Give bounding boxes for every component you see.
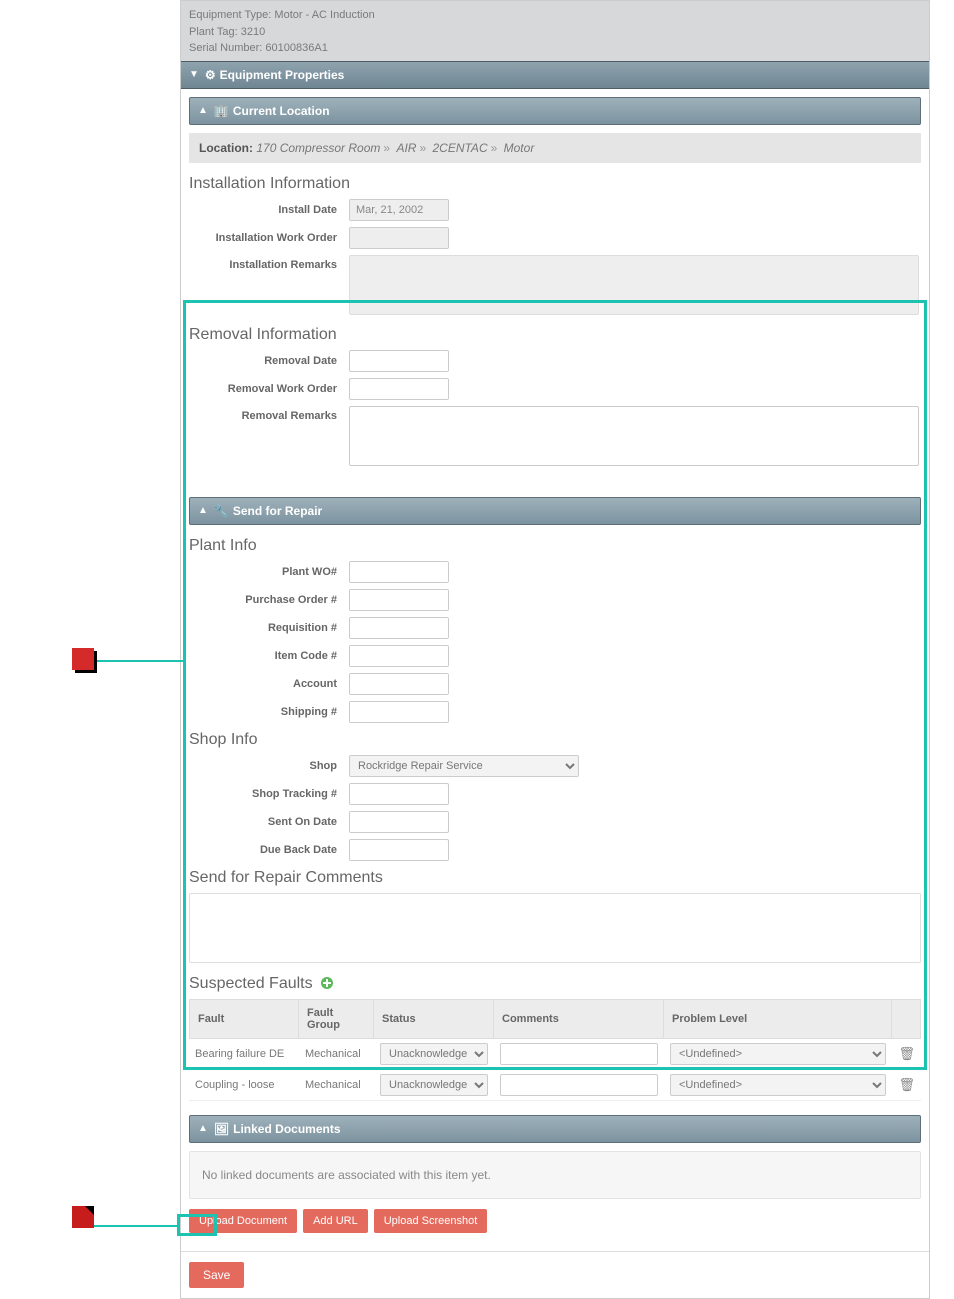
req-field[interactable] (349, 617, 449, 639)
section-title-shop-info: Shop Info (189, 731, 921, 749)
install-date-label: Install Date (189, 204, 349, 216)
removal-wo-label: Removal Work Order (189, 383, 349, 395)
save-button[interactable]: Save (189, 1262, 244, 1288)
comments-field[interactable] (500, 1043, 658, 1065)
panel-equipment-properties[interactable]: ▼ ⚙ Equipment Properties (181, 61, 929, 89)
caret-down-icon: ▼ (189, 69, 199, 80)
install-remarks-field (349, 255, 919, 315)
building-icon: 🏢 (214, 104, 229, 118)
header-info: Equipment Type: Motor - AC Induction Pla… (181, 1, 929, 61)
po-label: Purchase Order # (189, 594, 349, 606)
account-field[interactable] (349, 673, 449, 695)
status-select[interactable]: Unacknowledged (380, 1043, 488, 1065)
caret-up-icon: ▲ (198, 505, 208, 516)
due-label: Due Back Date (189, 844, 349, 856)
col-problem: Problem Level (664, 999, 892, 1039)
crumb[interactable]: 170 Compressor Room (256, 141, 380, 155)
annotation-line (94, 660, 183, 662)
crumb[interactable]: AIR (396, 141, 416, 155)
comments-field[interactable] (500, 1074, 658, 1096)
plant-tag-value: 3210 (241, 26, 265, 38)
panel-title: Current Location (233, 104, 330, 118)
shipping-field[interactable] (349, 701, 449, 723)
faults-table: Fault Fault Group Status Comments Proble… (189, 999, 921, 1101)
tracking-label: Shop Tracking # (189, 788, 349, 800)
serial-label: Serial Number: (189, 42, 262, 54)
gears-icon: ⚙ (205, 68, 216, 82)
plant-wo-label: Plant WO# (189, 566, 349, 578)
table-row: Bearing failure DE Mechanical Unacknowle… (189, 1039, 921, 1070)
upload-document-button[interactable]: Upload Document (189, 1209, 297, 1233)
fault-name: Bearing failure DE (189, 1039, 299, 1070)
col-group: Fault Group (299, 999, 374, 1039)
panel-title: Send for Repair (233, 504, 322, 518)
panel-current-location[interactable]: ▲ 🏢 Current Location (189, 97, 921, 125)
shop-select[interactable]: Rockridge Repair Service (349, 755, 579, 777)
removal-date-label: Removal Date (189, 355, 349, 367)
crumb[interactable]: 2CENTAC (432, 141, 487, 155)
section-title-repair-comments: Send for Repair Comments (189, 869, 921, 887)
po-field[interactable] (349, 589, 449, 611)
problem-select[interactable]: <Undefined> (670, 1074, 886, 1096)
annotation-marker (72, 1206, 94, 1228)
crumb[interactable]: Motor (504, 141, 535, 155)
linked-empty-msg: No linked documents are associated with … (189, 1151, 921, 1199)
breadcrumb: Location: 170 Compressor Room» AIR» 2CEN… (189, 133, 921, 163)
status-select[interactable]: Unacknowledged (380, 1074, 488, 1096)
item-label: Item Code # (189, 650, 349, 662)
install-remarks-label: Installation Remarks (189, 255, 349, 271)
trash-icon[interactable]: 🗑 (898, 1077, 915, 1092)
section-title-plant-info: Plant Info (189, 537, 921, 555)
wrench-icon: 🔧 (214, 504, 229, 518)
install-date-field (349, 199, 449, 221)
tracking-field[interactable] (349, 783, 449, 805)
equip-type-label: Equipment Type: (189, 9, 271, 21)
plant-tag-label: Plant Tag: (189, 26, 238, 38)
caret-up-icon: ▲ (198, 105, 208, 116)
removal-date-field[interactable] (349, 350, 449, 372)
serial-value: 60100836A1 (265, 42, 327, 54)
sent-field[interactable] (349, 811, 449, 833)
caret-up-icon: ▲ (198, 1123, 208, 1134)
panel-send-for-repair[interactable]: ▲ 🔧 Send for Repair (189, 497, 921, 525)
add-url-button[interactable]: Add URL (303, 1209, 368, 1233)
add-fault-icon[interactable] (321, 977, 333, 989)
col-fault: Fault (189, 999, 299, 1039)
account-label: Account (189, 678, 349, 690)
plant-wo-field[interactable] (349, 561, 449, 583)
section-title-installation: Installation Information (189, 175, 921, 193)
annotation-line (94, 1225, 177, 1227)
fault-group: Mechanical (299, 1070, 374, 1101)
due-field[interactable] (349, 839, 449, 861)
repair-comments-field[interactable] (189, 893, 921, 963)
install-wo-field (349, 227, 449, 249)
equip-type-value: Motor - AC Induction (274, 9, 374, 21)
removal-remarks-field[interactable] (349, 406, 919, 466)
panel-title: Equipment Properties (220, 68, 345, 82)
section-title-removal: Removal Information (189, 326, 921, 344)
section-title-suspected-faults: Suspected Faults (189, 975, 921, 993)
col-status: Status (374, 999, 494, 1039)
panel-linked-documents[interactable]: ▲ 🖼 Linked Documents (189, 1115, 921, 1143)
item-field[interactable] (349, 645, 449, 667)
fault-name: Coupling - loose (189, 1070, 299, 1101)
shipping-label: Shipping # (189, 706, 349, 718)
col-comments: Comments (494, 999, 664, 1039)
location-label: Location: (199, 141, 253, 155)
sent-label: Sent On Date (189, 816, 349, 828)
app-window: Equipment Type: Motor - AC Induction Pla… (180, 0, 930, 1299)
fault-group: Mechanical (299, 1039, 374, 1070)
install-wo-label: Installation Work Order (189, 232, 349, 244)
annotation-marker (72, 648, 94, 670)
image-icon: 🖼 (214, 1122, 229, 1136)
panel-title: Linked Documents (233, 1122, 340, 1136)
problem-select[interactable]: <Undefined> (670, 1043, 886, 1065)
table-row: Coupling - loose Mechanical Unacknowledg… (189, 1070, 921, 1101)
removal-remarks-label: Removal Remarks (189, 406, 349, 422)
removal-wo-field[interactable] (349, 378, 449, 400)
trash-icon[interactable]: 🗑 (898, 1046, 915, 1061)
upload-screenshot-button[interactable]: Upload Screenshot (374, 1209, 488, 1233)
req-label: Requisition # (189, 622, 349, 634)
shop-label: Shop (189, 760, 349, 772)
